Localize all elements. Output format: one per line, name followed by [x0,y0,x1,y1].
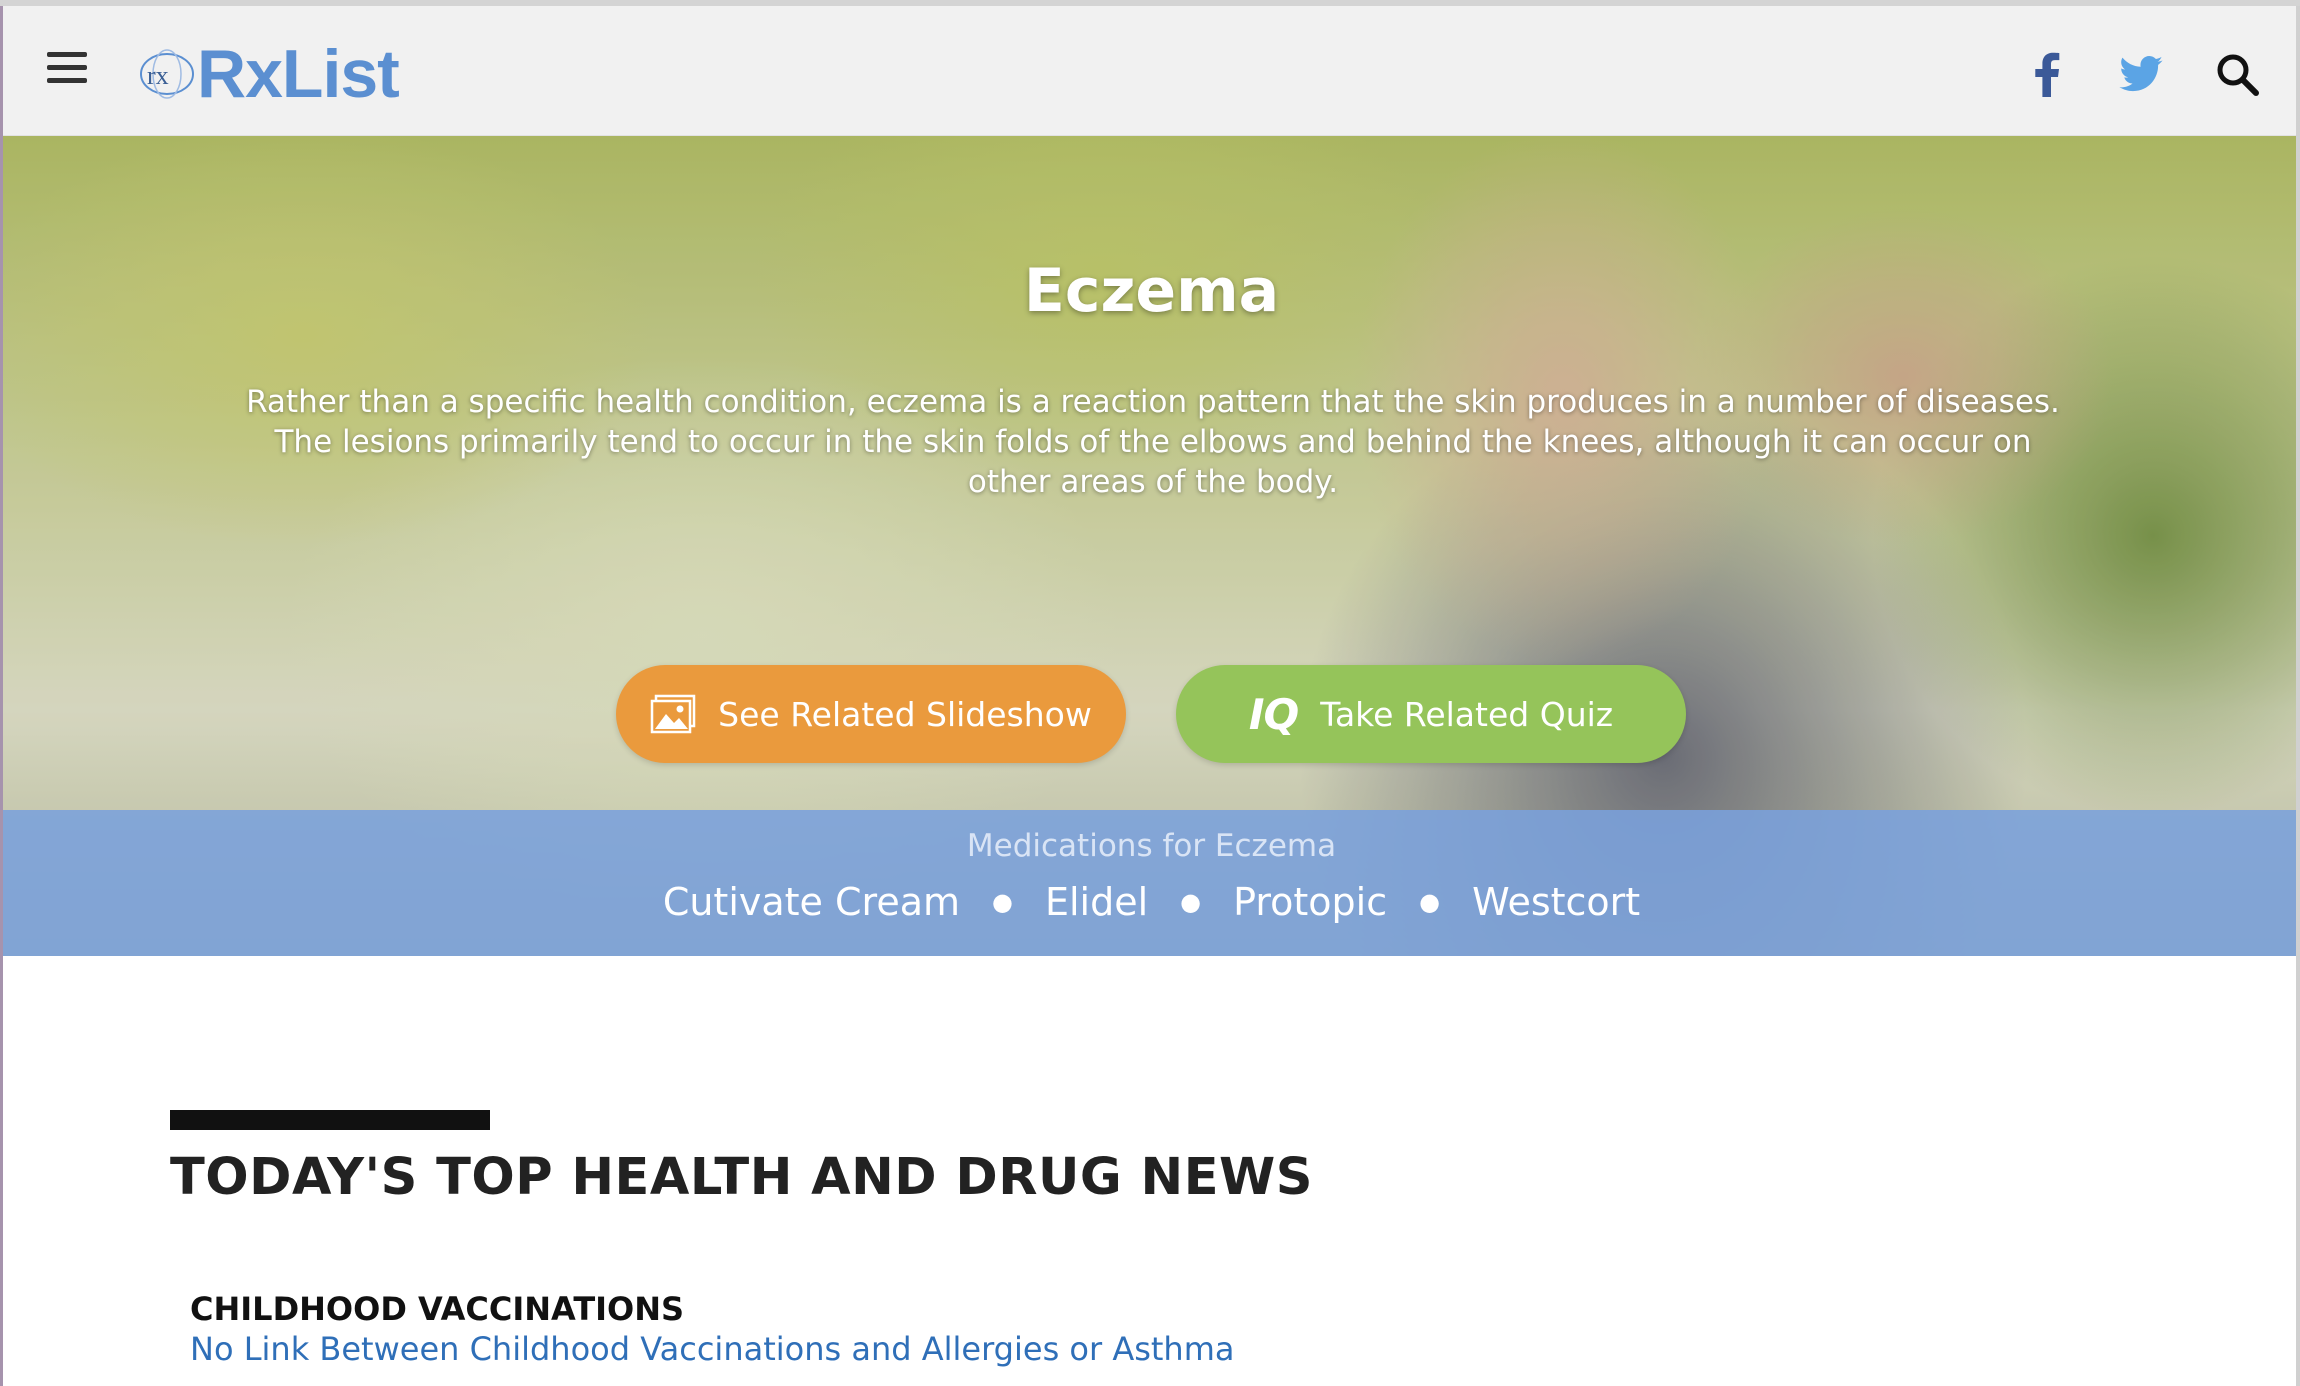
take-related-quiz-button[interactable]: IQ Take Related Quiz [1176,665,1686,763]
site-logo[interactable]: rx RxList [139,34,400,114]
hamburger-menu-icon[interactable] [47,52,91,88]
medications-list: Cutivate Cream ● Elidel ● Protopic ● Wes… [3,880,2300,924]
separator-dot: ● [1419,888,1441,916]
medications-label: Medications for Eczema [966,828,1337,864]
separator-dot: ● [992,888,1013,916]
news-section-heading: TODAY'S TOP HEALTH AND DRUG NEWS [170,1148,1314,1207]
medications-strip: Medications for Eczema Cutivate Cream ● … [3,810,2300,956]
slideshow-button-label: See Related Slideshow [718,694,1092,734]
slideshow-image-icon [650,694,696,734]
medication-link-cutivate-cream[interactable]: Cutivate Cream [663,880,960,924]
facebook-icon[interactable] [2023,50,2071,98]
medication-link-protopic[interactable]: Protopic [1233,880,1387,924]
quiz-button-label: Take Related Quiz [1320,694,1614,734]
news-headline-link[interactable]: No Link Between Childhood Vaccinations a… [190,1330,1234,1368]
page-title: Eczema [1023,256,1280,326]
rx-logo-mark-icon: rx [139,46,195,102]
logo-mark-text: rx [147,61,169,90]
see-related-slideshow-button[interactable]: See Related Slideshow [616,665,1126,763]
window-left-edge [0,6,3,1386]
twitter-icon[interactable] [2117,50,2165,98]
site-header: rx RxList [3,6,2300,136]
news-category: CHILDHOOD VACCINATIONS [190,1290,685,1328]
window-right-edge [2296,6,2300,1386]
medication-link-elidel[interactable]: Elidel [1045,880,1148,924]
logo-text: RxList [197,36,400,112]
section-accent-bar [170,1110,490,1130]
iq-quiz-icon: IQ [1248,689,1299,739]
search-icon[interactable] [2213,50,2261,98]
separator-dot: ● [1180,888,1202,916]
condition-description: Rather than a specific health condition,… [246,384,2060,500]
medication-link-westcort[interactable]: Westcort [1472,880,1640,924]
